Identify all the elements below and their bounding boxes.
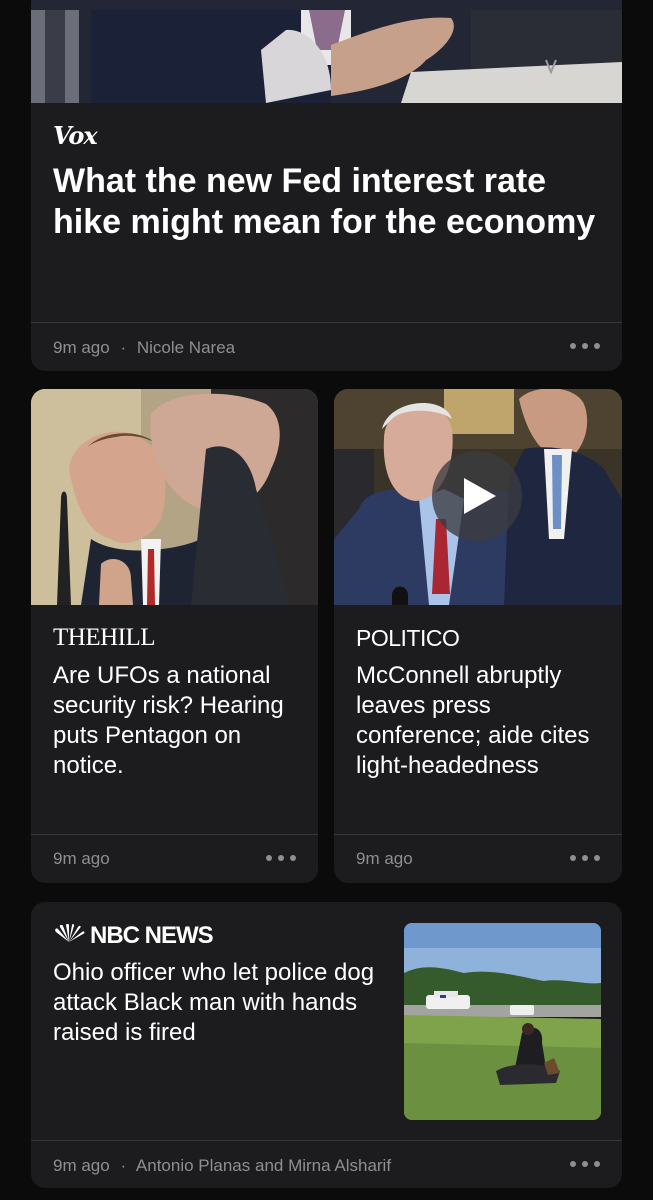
article-age: 9m ago <box>53 1156 110 1175</box>
article-photo <box>31 389 318 605</box>
divider <box>31 1140 622 1141</box>
meta-separator: · <box>120 1156 127 1175</box>
article-age: 9m ago <box>356 849 413 868</box>
article-author: Nicole Narea <box>136 338 236 357</box>
article-video-thumbnail[interactable] <box>334 389 622 605</box>
article-headline[interactable]: What the new Fed interest rate hike migh… <box>53 161 600 243</box>
divider <box>31 322 622 323</box>
article-meta: 9m ago · Antonio Planas and Mirna Alshar… <box>53 1156 391 1176</box>
publisher-logo: NBC NEWS <box>53 922 214 950</box>
publisher-logo: POLITICO <box>356 625 460 651</box>
publisher-logo: THEHILL <box>53 624 156 651</box>
divider <box>334 834 622 835</box>
meta-separator: · <box>120 338 127 357</box>
article-card-thehill[interactable]: THEHILL Are UFOs a national security ris… <box>31 389 318 883</box>
play-icon[interactable] <box>432 451 522 541</box>
article-headline[interactable]: Are UFOs a national security risk? Heari… <box>53 661 296 781</box>
article-headline[interactable]: Ohio officer who let police dog attack B… <box>53 958 382 1048</box>
more-dots-icon[interactable] <box>266 853 296 863</box>
article-card-vox[interactable]: Vox What the new Fed interest rate hike … <box>31 0 622 371</box>
article-headline[interactable]: McConnell abruptly leaves press conferen… <box>356 661 600 781</box>
article-card-politico[interactable]: POLITICO McConnell abruptly leaves press… <box>334 389 622 883</box>
article-age: 9m ago <box>53 849 110 868</box>
article-card-nbcnews[interactable]: NBC NEWS Ohio officer who let police dog… <box>31 902 622 1188</box>
article-meta: 9m ago · Nicole Narea <box>53 338 235 358</box>
more-dots-icon[interactable] <box>570 341 600 351</box>
article-age: 9m ago <box>53 338 110 357</box>
article-photo <box>404 923 601 1120</box>
publisher-logo: Vox <box>53 121 98 150</box>
divider <box>31 834 318 835</box>
more-dots-icon[interactable] <box>570 1159 600 1169</box>
more-dots-icon[interactable] <box>570 853 600 863</box>
article-photo <box>31 0 622 104</box>
nbc-peacock-icon <box>53 923 85 949</box>
article-author: Antonio Planas and Mirna Alsharif <box>135 1156 392 1175</box>
